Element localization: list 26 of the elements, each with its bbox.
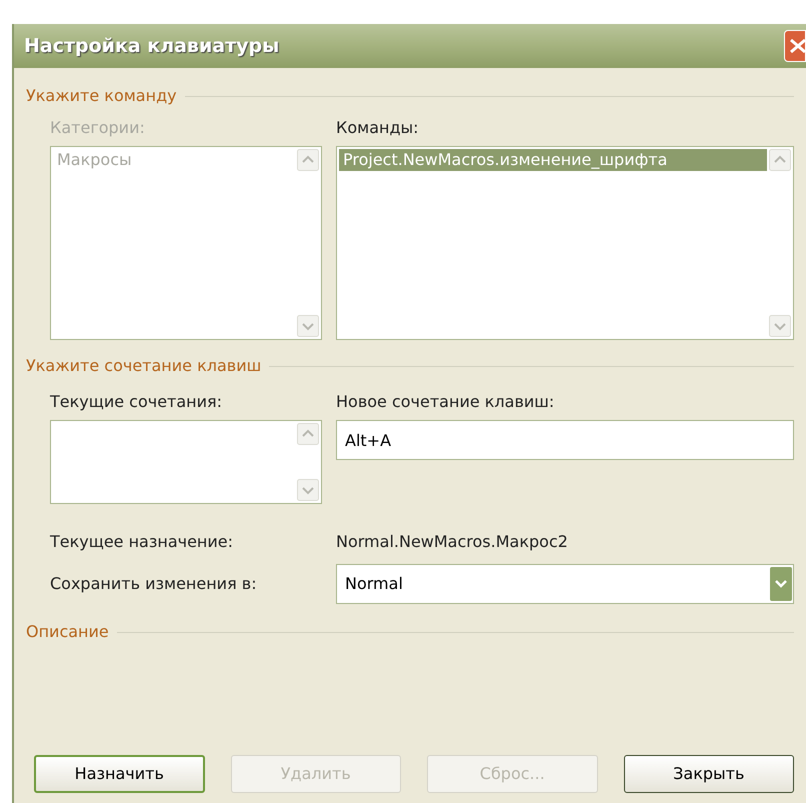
group-title: Описание [26,621,109,643]
field-label: Сохранить изменения в: [50,573,258,595]
dialog-button[interactable]: Закрыть [624,755,794,793]
list-item[interactable]: Project.NewMacros.изменение_шрифта [339,149,767,171]
scroll-up-icon[interactable] [297,423,319,445]
scroll-up-icon[interactable] [297,149,319,171]
group-title: Укажите сочетание клавиш [26,355,262,377]
field-label: Текущее назначение: [50,531,234,553]
close-button[interactable] [784,30,806,62]
field-label: Текущие сочетания: [50,391,224,413]
dialog-button[interactable]: Назначить [34,755,205,793]
list-box[interactable] [50,420,322,504]
list-box[interactable]: Project.NewMacros.изменение_шрифта [336,146,794,340]
scroll-down-icon[interactable] [297,479,319,501]
scroll-up-icon[interactable] [769,149,791,171]
group-title: Укажите команду [26,85,177,107]
scroll-down-icon[interactable] [769,315,791,337]
assignment-value: Normal.NewMacros.Макрос2 [336,531,568,553]
scroll-down-icon[interactable] [297,315,319,337]
field-label: Новое сочетание клавиш: [336,391,556,413]
field-label: Команды: [336,117,420,139]
window-title: Настройка клавиатуры [24,34,280,59]
dropdown[interactable]: Normal [336,564,794,604]
close-icon [789,37,805,55]
field-label: Категории: [50,117,146,139]
input-field[interactable]: Alt+A [336,420,794,460]
